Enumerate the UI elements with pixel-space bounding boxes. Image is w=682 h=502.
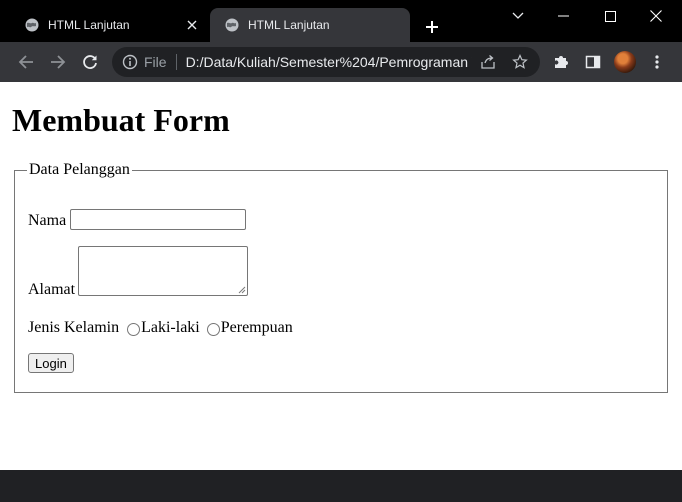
extensions-button[interactable]: [547, 48, 575, 76]
plus-icon: [426, 21, 438, 33]
more-vert-icon: [655, 55, 659, 69]
close-icon: [650, 10, 662, 22]
nama-input[interactable]: [70, 209, 247, 230]
back-button[interactable]: [12, 48, 40, 76]
new-tab-button[interactable]: [420, 15, 444, 39]
globe-icon: [25, 18, 39, 32]
tab-close-icon[interactable]: [184, 17, 200, 33]
menu-button[interactable]: [643, 48, 671, 76]
alamat-label: Alamat: [28, 281, 76, 298]
page-title: Membuat Form: [12, 102, 230, 138]
login-button[interactable]: Login: [28, 353, 74, 373]
bookmark-star-icon[interactable]: [510, 52, 530, 72]
arrow-left-icon: [18, 55, 33, 69]
reload-button[interactable]: [76, 48, 104, 76]
info-icon[interactable]: [122, 54, 138, 70]
radio-label-perempuan[interactable]: Perempuan: [221, 319, 293, 337]
chevron-down-icon: [512, 12, 524, 19]
side-panel-button[interactable]: [579, 48, 607, 76]
fieldset-legend: Data Pelanggan: [29, 161, 130, 178]
tab-html-lanjutan-2[interactable]: HTML Lanjutan: [210, 8, 410, 42]
tab-title: HTML Lanjutan: [48, 18, 130, 32]
side-panel-icon: [585, 55, 601, 69]
customer-data-fieldset: Data Pelanggan Nama Alamat Jenis Kelamin…: [14, 161, 668, 393]
tab-strip: HTML Lanjutan HTML Lanjutan: [0, 0, 682, 42]
close-window-button[interactable]: [633, 0, 679, 32]
alamat-row: Alamat: [28, 246, 249, 298]
share-icon[interactable]: [478, 52, 498, 72]
tab-search-button[interactable]: [495, 0, 541, 32]
globe-icon: [225, 18, 239, 32]
background-window-edge: [0, 292, 5, 502]
browser-toolbar: File D:/Data/Kuliah/Semester%204/Pemrogr…: [0, 42, 682, 82]
arrow-right-icon: [51, 55, 66, 69]
maximize-button[interactable]: [587, 0, 633, 32]
maximize-icon: [604, 10, 616, 22]
divider: [175, 54, 177, 70]
radio-laki-laki[interactable]: [127, 322, 141, 336]
avatar[interactable]: [614, 51, 636, 73]
page-viewport: Membuat Form Data Pelanggan Nama Alamat …: [0, 82, 682, 470]
nama-row: Nama: [28, 209, 247, 230]
forward-button[interactable]: [44, 48, 72, 76]
scheme-label: File: [144, 54, 167, 70]
url-text[interactable]: D:/Data/Kuliah/Semester%204/Pemrograman …: [186, 54, 472, 70]
radio-perempuan[interactable]: [206, 322, 220, 336]
gender-label: Jenis Kelamin: [28, 319, 120, 336]
nama-label: Nama: [28, 212, 67, 229]
minimize-button[interactable]: [541, 0, 587, 32]
puzzle-icon: [555, 56, 568, 68]
tab-html-lanjutan-1[interactable]: HTML Lanjutan: [10, 8, 210, 42]
reload-icon: [83, 55, 97, 69]
alamat-textarea[interactable]: [78, 246, 249, 296]
minimize-icon: [558, 15, 569, 17]
tab-title: HTML Lanjutan: [248, 18, 330, 32]
radio-label-laki-laki[interactable]: Laki-laki: [141, 319, 200, 337]
gender-row: Jenis Kelamin Laki-laki Perempuan: [28, 319, 293, 337]
address-bar[interactable]: File D:/Data/Kuliah/Semester%204/Pemrogr…: [112, 47, 540, 77]
resize-grip-icon[interactable]: [238, 286, 246, 294]
